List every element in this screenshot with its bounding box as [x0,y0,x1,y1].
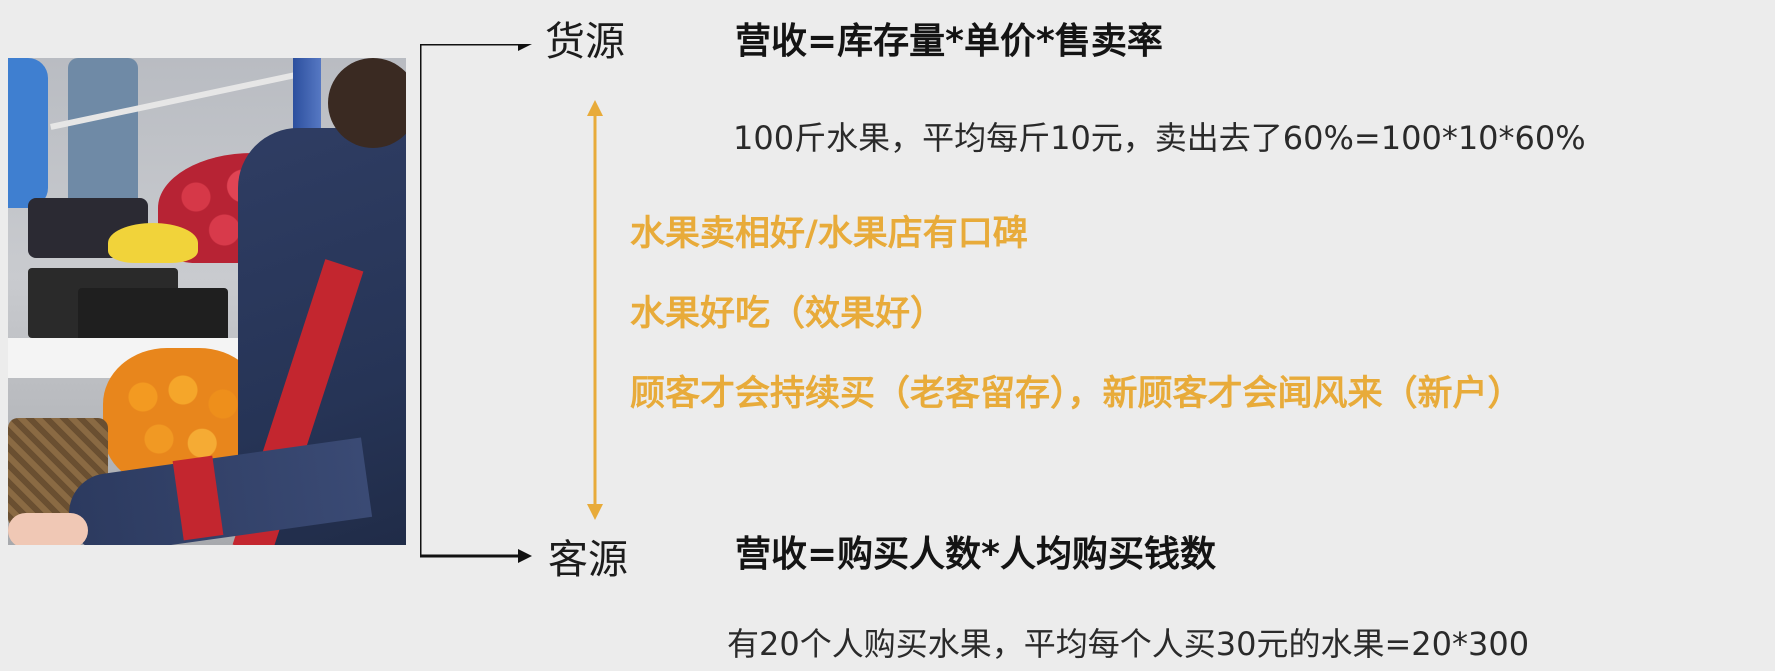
arrow-head-top-icon [518,44,532,51]
fruit-vendor-photo [8,58,406,545]
photo-blue-bag [8,58,48,208]
bracket-line [420,44,520,558]
arrow-down-icon [587,504,603,520]
source-label: 货源 [545,19,625,65]
arrow-head-bottom-icon [518,549,532,563]
source-formula: 营收=库存量*单价*售卖率 [735,21,1163,62]
customer-formula: 营收=购买人数*人均购买钱数 [735,534,1216,575]
customer-label: 客源 [548,537,628,583]
customer-example: 有20个人购买水果，平均每个人买30元的水果=20*300 [727,625,1530,663]
reason-line: 水果好吃（效果好） [630,294,946,334]
slide: 货源 客源 营收=库存量*单价*售卖率 100斤水果，平均每斤10元，卖出去了6… [0,0,1775,671]
photo-pedestrian [68,58,138,208]
reason-line: 顾客才会持续买（老客留存），新顾客才会闻风来（新户） [630,374,1523,414]
photo-banana [108,223,198,263]
source-example: 100斤水果，平均每斤10元，卖出去了60%=100*10*60% [733,119,1586,157]
bracket-arrows [420,44,532,563]
reason-line: 水果卖相好/水果店有口碑 [630,214,1028,254]
arrow-up-icon [587,100,603,116]
photo-hand [8,513,88,545]
double-arrow-icon [587,100,603,520]
